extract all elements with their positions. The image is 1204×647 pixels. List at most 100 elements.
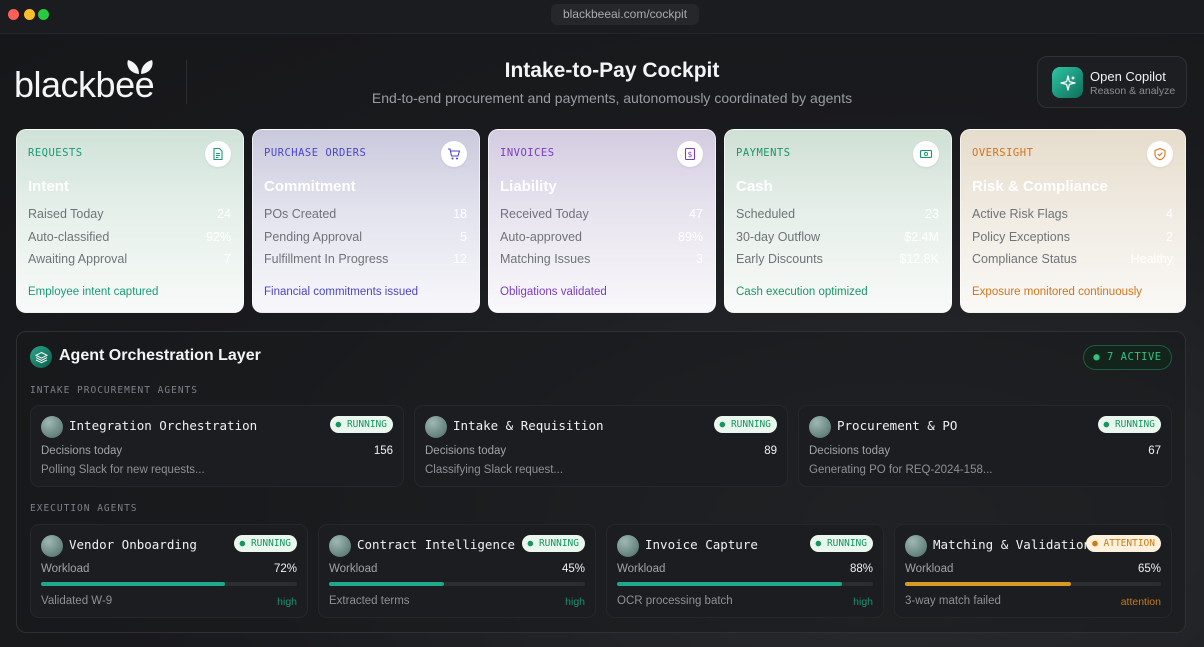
stage-card-invoices[interactable]: INVOICES $ Liability Received Today 47 Au… [488,129,716,313]
status-badge: ● RUNNING [1097,416,1161,433]
url-bar[interactable]: blackbeeai.com/cockpit [551,4,699,25]
stage-card-requests[interactable]: REQUESTS Intent Raised Today 24 Auto-clas… [16,129,244,313]
metric-label: POs Created [264,207,337,221]
agent-orchestration-panel: Agent Orchestration Layer ● 7 ACTIVE INT… [16,331,1186,633]
stage-footer: Cash execution optimized [736,286,868,298]
agent-metric-label: Decisions today [809,445,891,457]
priority-label: attention [1120,596,1161,608]
metric-label: 30-day Outflow [736,230,821,244]
browser-toolbar: blackbeeai.com/cockpit [0,0,1204,34]
svg-text:$: $ [688,150,693,159]
stage-category: PURCHASE ORDERS [264,147,367,159]
cockpit-page: blackbee Intake-to-Pay Cockpit End-to-en… [0,35,1204,647]
workload-value: 72% [273,563,297,575]
open-copilot-button[interactable]: Open Copilot Reason & analyze [1037,56,1187,108]
stage-metric: Fulfillment In Progress 12 [264,252,467,270]
status-text: RUNNING [250,538,291,549]
priority-label: high [565,596,585,608]
metric-label: Early Discounts [736,252,823,266]
agent-metric-label: Workload [905,563,954,575]
metric-value: 47 [689,207,703,221]
stage-footer: Exposure monitored continuously [972,286,1143,298]
agent-metric-label: Decisions today [425,445,507,457]
agent-activity: 3-way match failed [905,595,1001,607]
status-text: RUNNING [1114,419,1155,430]
workload-bar-fill [617,582,843,586]
workload-value: 45% [561,563,585,575]
stage-name: Liability [500,178,557,195]
shield-check-icon [1147,141,1173,167]
metric-label: Raised Today [28,207,104,221]
sparkles-icon [1052,67,1083,98]
status-badge: ● ATTENTION [1086,535,1161,552]
agent-name: Vendor Onboarding [69,537,197,552]
agent-avatar [809,416,831,438]
agent-avatar [425,416,447,438]
metric-value: 89% [677,230,703,244]
execution-section-label: EXECUTION AGENTS [30,503,138,514]
intake-section-label: INTAKE PROCUREMENT AGENTS [30,385,198,396]
maximize-window-button[interactable] [38,9,49,20]
agent-activity: Extracted terms [329,595,410,607]
agent-activity: Validated W-9 [41,595,113,607]
invoice-dollar-icon: $ [677,141,703,167]
agent-card-integration-orchestration[interactable]: Integration Orchestration ● RUNNING Deci… [30,405,404,487]
cart-icon [441,141,467,167]
workload-bar [329,582,585,586]
status-badge: ● RUNNING [233,535,297,552]
minimize-window-button[interactable] [24,9,35,20]
stage-card-oversight[interactable]: OVERSIGHT Risk & Compliance Active Risk … [960,129,1186,313]
stage-metric: Auto-approved 89% [500,230,703,248]
agent-card-invoice-capture[interactable]: Invoice Capture ● RUNNING Workload 88% O… [606,524,884,618]
agent-card-vendor-onboarding[interactable]: Vendor Onboarding ● RUNNING Workload 72%… [30,524,308,618]
stage-metric: Awaiting Approval 7 [28,252,231,270]
stage-metric: Early Discounts $12.8K [736,252,939,270]
agent-card-contract-intelligence[interactable]: Contract Intelligence ● RUNNING Workload… [318,524,596,618]
workload-value: 88% [849,563,873,575]
stage-name: Cash [736,178,773,195]
stage-metric: 30-day Outflow $2.4M [736,230,939,248]
metric-label: Awaiting Approval [28,252,128,266]
stage-footer: Employee intent captured [28,286,159,298]
status-text: RUNNING [346,419,387,430]
stage-card-payments[interactable]: PAYMENTS Cash Scheduled 23 30-day Outflow… [724,129,952,313]
agent-avatar [41,535,63,557]
agent-avatar [329,535,351,557]
stage-metric: Scheduled 23 [736,207,939,225]
agent-name: Integration Orchestration [69,418,258,433]
stage-metric: POs Created 18 [264,207,467,225]
metric-label: Matching Issues [500,252,591,266]
metric-label: Fulfillment In Progress [264,252,389,266]
agent-metric-label: Decisions today [41,445,123,457]
metric-value: 5 [460,230,467,244]
agent-name: Matching & Validation [933,537,1092,552]
status-badge: ● RUNNING [809,535,873,552]
agent-activity: Classifying Slack request... [425,464,564,476]
metric-value: 3 [696,252,703,266]
stage-metric: Pending Approval 5 [264,230,467,248]
agent-activity: Polling Slack for new requests... [41,464,205,476]
page-subtitle: End-to-end procurement and payments, aut… [371,90,853,106]
agent-metric-label: Workload [41,563,90,575]
workload-bar-fill [905,582,1072,586]
metric-value: 4 [1166,207,1173,221]
agent-card-matching-validation[interactable]: Matching & Validation ● ATTENTION Worklo… [894,524,1172,618]
banknote-icon [913,141,939,167]
stage-card-purchase-orders[interactable]: PURCHASE ORDERS Commitment POs Created 18… [252,129,480,313]
header-divider [186,60,187,104]
metric-value: $2.4M [904,230,939,244]
stage-metric: Compliance Status Healthy [972,252,1173,270]
agent-avatar [41,416,63,438]
stage-metric: Policy Exceptions 2 [972,230,1173,248]
metric-value: 23 [925,207,939,221]
agent-card-intake-requisition[interactable]: Intake & Requisition ● RUNNING Decisions… [414,405,788,487]
stage-metric: Received Today 47 [500,207,703,225]
stage-metric: Raised Today 24 [28,207,231,225]
priority-label: high [277,596,297,608]
agent-card-procurement-po[interactable]: Procurement & PO ● RUNNING Decisions tod… [798,405,1172,487]
stage-name: Risk & Compliance [972,178,1108,195]
copilot-label: Open Copilot [1090,69,1166,84]
metric-label: Auto-classified [28,230,110,244]
stage-category: OVERSIGHT [972,147,1034,159]
close-window-button[interactable] [8,9,19,20]
